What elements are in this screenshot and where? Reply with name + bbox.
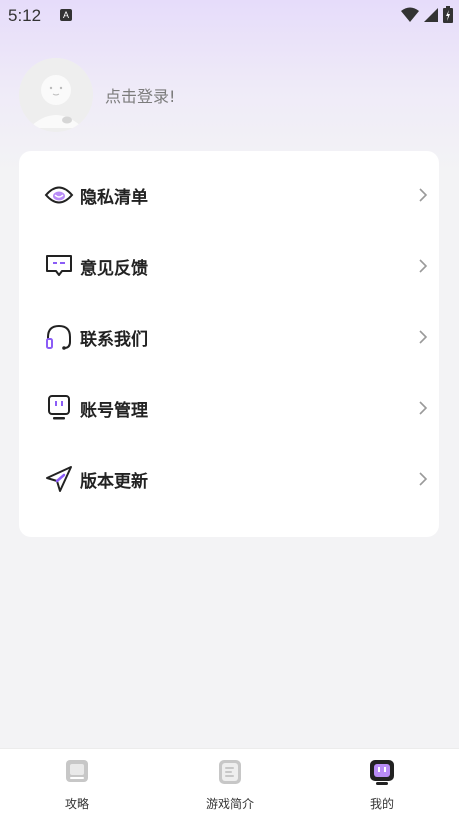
- tab-mine[interactable]: 我的: [322, 749, 442, 817]
- menu-label: 隐私清单: [80, 187, 148, 208]
- status-time: 5:12: [8, 6, 42, 25]
- menu-item-feedback[interactable]: 意见反馈: [19, 238, 439, 294]
- menu-item-privacy[interactable]: 隐私清单: [19, 167, 439, 223]
- menu-label: 版本更新: [80, 471, 148, 492]
- menu-item-account[interactable]: 账号管理: [19, 380, 439, 436]
- menu-label: 意见反馈: [80, 258, 148, 279]
- menu-item-contact[interactable]: 联系我们: [19, 309, 439, 365]
- tab-label: 攻略: [64, 797, 89, 811]
- avatar-icon[interactable]: [19, 58, 93, 132]
- chevron-right-icon: [419, 188, 428, 202]
- menu-item-version-update[interactable]: 版本更新: [19, 451, 439, 507]
- menu-label: 联系我们: [80, 329, 148, 350]
- status-bar: 5:12 A: [0, 0, 459, 32]
- battery-icon: [443, 6, 453, 23]
- profile-icon: [370, 760, 394, 785]
- wifi-icon: [401, 7, 419, 22]
- chevron-right-icon: [419, 330, 428, 344]
- book-icon: [66, 760, 88, 782]
- chevron-right-icon: [419, 259, 428, 273]
- settings-menu-card: 隐私清单 意见反馈 联系我们 账号管理 版本更新: [19, 151, 439, 537]
- privacy-icon: [43, 179, 75, 211]
- chevron-right-icon: [419, 472, 428, 486]
- feedback-icon: [43, 250, 75, 282]
- notification-icon: A: [60, 9, 72, 21]
- tab-game-intro[interactable]: 游戏简介: [170, 749, 290, 817]
- tab-guide[interactable]: 攻略: [17, 749, 137, 817]
- signal-icon: [424, 7, 438, 22]
- bottom-tab-bar: 攻略 游戏简介 我的: [0, 748, 459, 817]
- tab-label: 我的: [369, 797, 394, 811]
- menu-label: 账号管理: [80, 400, 148, 421]
- chevron-right-icon: [419, 401, 428, 415]
- status-icons: [401, 6, 453, 23]
- account-icon: [43, 392, 75, 424]
- send-icon: [43, 463, 75, 495]
- profile-header[interactable]: 点击登录!: [19, 58, 175, 132]
- tab-label: 游戏简介: [205, 797, 254, 811]
- document-icon: [219, 760, 241, 784]
- login-link[interactable]: 点击登录!: [105, 83, 175, 107]
- headset-icon: [43, 321, 75, 353]
